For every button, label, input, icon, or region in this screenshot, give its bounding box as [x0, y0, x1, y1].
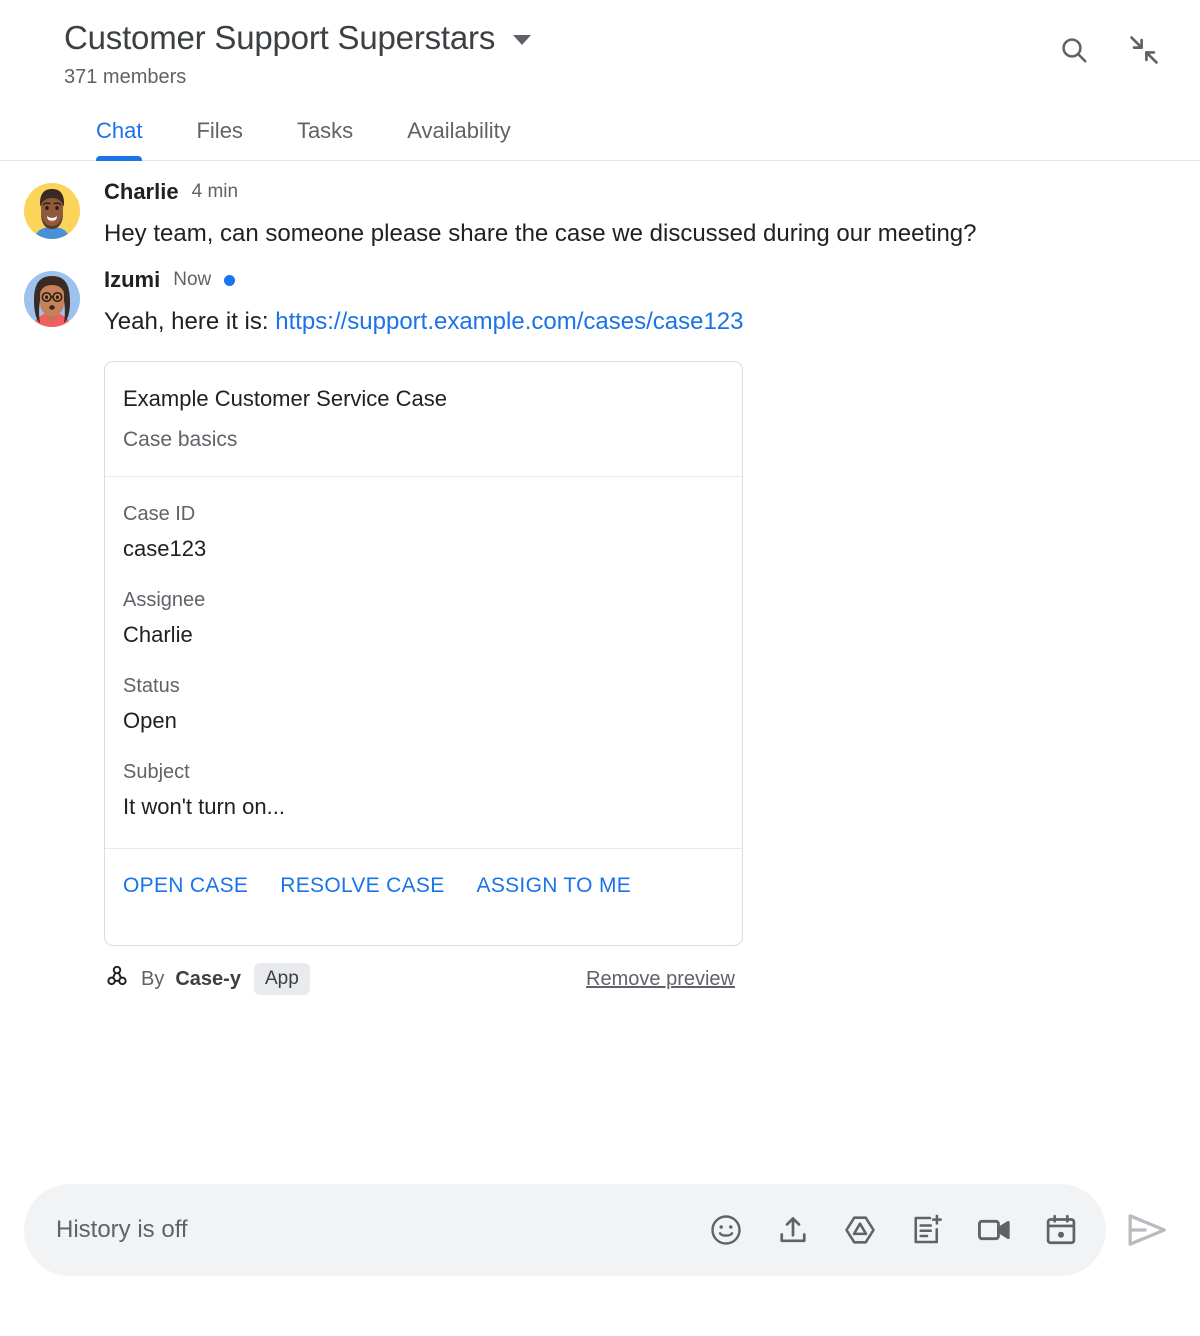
tab-bar: Chat Files Tasks Availability	[0, 110, 1200, 161]
field-subject: Subject It won't turn on...	[123, 759, 724, 822]
message-timestamp: 4 min	[191, 181, 239, 202]
attribution-by-label: By	[141, 967, 165, 990]
composer-bar: History is off	[0, 1164, 1200, 1336]
case-preview-card: Example Customer Service Case Case basic…	[104, 361, 743, 946]
message-input[interactable]: History is off	[56, 1216, 705, 1244]
card-title: Example Customer Service Case	[123, 386, 448, 411]
field-status: Status Open	[123, 673, 724, 736]
card-header: Example Customer Service Case Case basic…	[105, 362, 742, 477]
case-link[interactable]: https://support.example.com/cases/case12…	[275, 308, 743, 335]
emoji-icon[interactable]	[705, 1209, 747, 1251]
message-text: Yeah, here it is: https://support.exampl…	[104, 302, 1176, 341]
assign-to-me-button[interactable]: ASSIGN TO ME	[477, 873, 632, 899]
google-drive-icon[interactable]	[839, 1209, 881, 1251]
field-value: case123	[123, 536, 207, 561]
message-timestamp: Now	[173, 269, 212, 290]
webhook-icon	[104, 963, 130, 995]
search-icon[interactable]	[1054, 30, 1094, 70]
field-assignee: Assignee Charlie	[123, 587, 724, 650]
card-actions: OPEN CASE RESOLVE CASE ASSIGN TO ME	[105, 849, 742, 945]
calendar-icon[interactable]	[1040, 1209, 1082, 1251]
header-actions	[1054, 16, 1176, 70]
message-sender: Charlie	[104, 179, 179, 204]
message-item: Charlie 4 min Hey team, can someone plea…	[24, 175, 1176, 253]
room-header: Customer Support Superstars 371 members	[0, 0, 1200, 92]
member-count: 371 members	[64, 66, 187, 88]
field-label: Case ID	[123, 503, 196, 525]
tab-tasks[interactable]: Tasks	[297, 110, 353, 160]
message-item: Izumi Now Yeah, here it is: https://supp…	[24, 263, 1176, 995]
message-sender: Izumi	[104, 267, 161, 292]
tab-files-label: Files	[196, 118, 243, 143]
room-title-block: Customer Support Superstars 371 members	[64, 16, 1054, 92]
tab-chat-label: Chat	[96, 118, 143, 143]
create-task-icon[interactable]	[906, 1209, 948, 1251]
message-text: Hey team, can someone please share the c…	[104, 220, 977, 247]
chevron-down-icon[interactable]	[513, 35, 532, 45]
status-badge: App	[253, 963, 310, 995]
field-case-id: Case ID case123	[123, 501, 724, 564]
video-camera-icon[interactable]	[973, 1209, 1015, 1251]
chat-room-panel: Customer Support Superstars 371 members	[0, 0, 1200, 1336]
tab-availability-label: Availability	[407, 118, 511, 143]
card-subtitle: Case basics	[123, 428, 238, 451]
card-body: Case ID case123 Assignee Charlie Status …	[105, 477, 742, 849]
unread-indicator-dot	[224, 274, 236, 286]
tab-files[interactable]: Files	[196, 110, 242, 160]
send-button[interactable]	[1114, 1197, 1180, 1263]
field-label: Assignee	[123, 589, 206, 611]
field-label: Status	[123, 675, 180, 697]
tab-chat[interactable]: Chat	[96, 110, 143, 161]
field-value: Open	[123, 708, 177, 733]
field-value: It won't turn on...	[123, 794, 285, 819]
collapse-icon[interactable]	[1124, 30, 1164, 70]
card-attribution: By Case-y App Remove preview	[104, 963, 743, 995]
avatar[interactable]	[24, 183, 80, 239]
field-label: Subject	[123, 761, 190, 783]
upload-icon[interactable]	[772, 1209, 814, 1251]
remove-preview-link[interactable]: Remove preview	[586, 968, 743, 991]
tab-availability[interactable]: Availability	[407, 110, 511, 160]
attribution-app-name: Case-y	[175, 967, 241, 990]
page-title: Customer Support Superstars	[64, 19, 496, 56]
message-text-prefix: Yeah, here it is:	[104, 308, 276, 335]
composer-icons	[705, 1209, 1082, 1251]
message-list: Charlie 4 min Hey team, can someone plea…	[0, 161, 1200, 1164]
avatar[interactable]	[24, 271, 80, 327]
field-value: Charlie	[123, 622, 193, 647]
resolve-case-button[interactable]: RESOLVE CASE	[280, 873, 444, 899]
open-case-button[interactable]: OPEN CASE	[123, 873, 248, 899]
message-input-container[interactable]: History is off	[24, 1184, 1106, 1276]
tab-tasks-label: Tasks	[296, 118, 354, 143]
